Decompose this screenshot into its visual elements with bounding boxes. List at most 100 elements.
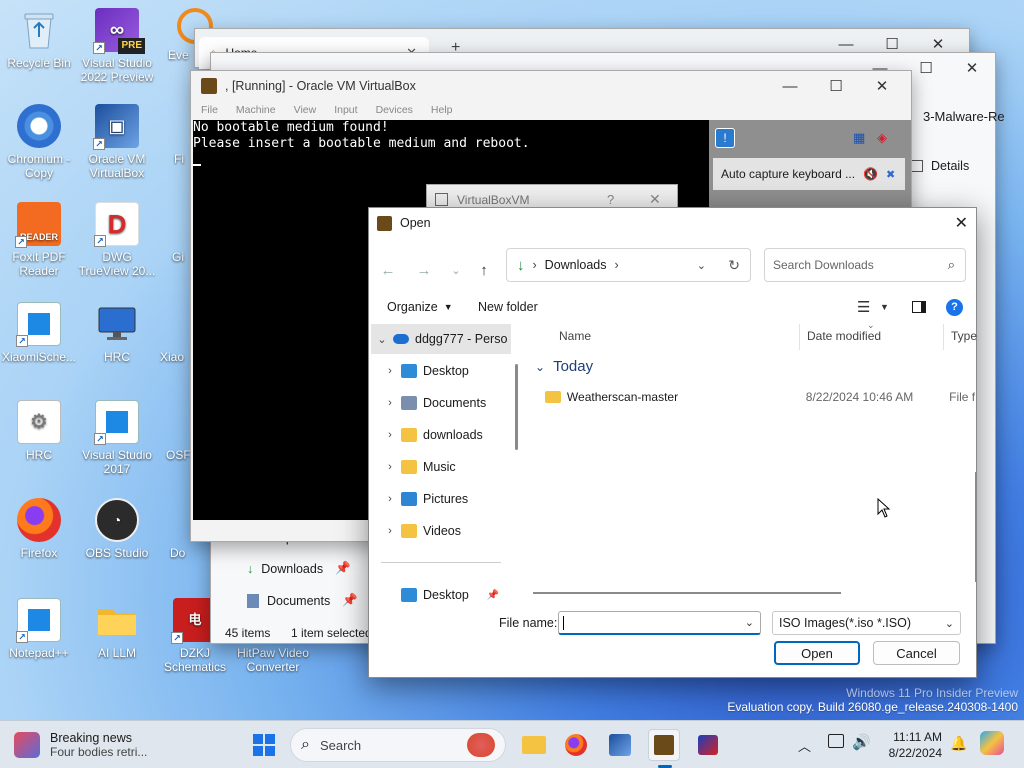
horizontal-scrollbar[interactable]	[533, 592, 841, 594]
close-icon[interactable]: ✕	[955, 213, 968, 233]
help-icon[interactable]: ?	[607, 192, 614, 207]
preview-pane-icon[interactable]	[912, 301, 926, 313]
file-type-filter[interactable]: ISO Images(*.iso *.ISO) ⌄	[772, 611, 961, 635]
news-widget[interactable]: Breaking news Four bodies retri...	[14, 727, 204, 763]
vertical-scrollbar[interactable]	[975, 472, 977, 582]
chevron-right-icon[interactable]: ›	[379, 493, 401, 505]
search-input[interactable]: Search Downloads	[773, 258, 948, 272]
menu-input[interactable]: Input	[334, 104, 357, 116]
chevron-right-icon[interactable]: ›	[379, 365, 401, 377]
chevron-down-icon[interactable]: ⌄	[371, 333, 393, 346]
notification-toolbar-icon[interactable]: ▦	[853, 130, 865, 146]
file-list[interactable]: Name ⌄ Date modified Type ⌄ Today Weathe…	[527, 320, 977, 598]
help-icon[interactable]: ?	[946, 299, 963, 316]
tree-item-pictures[interactable]: › Pictures	[371, 484, 511, 514]
back-arrow-icon[interactable]: ←	[375, 257, 401, 283]
recent-locations-chevron-icon[interactable]: ⌄	[443, 257, 469, 283]
desktop-icon-visual-studio-2022[interactable]: ∞ PRE ↗ Visual Studio 2022 Preview	[78, 8, 156, 84]
address-bar[interactable]: ↓ › Downloads › ⌄ ↻	[506, 248, 751, 282]
menu-file[interactable]: File	[201, 104, 218, 116]
notification-item[interactable]: Auto capture keyboard ... 🔇 ✖	[713, 158, 905, 190]
column-header-type[interactable]: Type	[951, 329, 977, 343]
cancel-button[interactable]: Cancel	[873, 641, 960, 665]
desktop-icon-visual-studio-2017[interactable]: ↗ Visual Studio 2017	[78, 400, 156, 476]
menu-view[interactable]: View	[294, 104, 317, 116]
volume-icon[interactable]: 🔊	[852, 733, 871, 751]
copilot-preview-icon[interactable]	[980, 731, 1004, 755]
notification-bell-icon[interactable]: 🔔	[950, 735, 967, 752]
firefox-taskbar-icon[interactable]	[560, 729, 592, 761]
view-dropdown-icon[interactable]: ▼	[880, 302, 889, 312]
desktop-icon-virtualbox[interactable]: ▣ ↗ Oracle VM VirtualBox	[78, 104, 156, 180]
desktop-icon-chromium[interactable]: Chromium - Copy	[0, 104, 78, 180]
organize-button[interactable]: Organize ▼	[387, 300, 453, 314]
open-file-dialog[interactable]: Open ✕ ← → ⌄ ↑ ↓ › Downloads › ⌄ ↻ Searc…	[368, 207, 977, 678]
close-notification-icon[interactable]: ✖	[886, 168, 895, 181]
chevron-up-icon[interactable]: ︿	[798, 736, 811, 755]
desktop-icon-hrc-monitor[interactable]: HRC	[78, 302, 156, 364]
vbox-menubar: File Machine View Input Devices Help	[201, 104, 453, 116]
tree-item-onedrive[interactable]: ⌄ ddgg777 - Perso	[371, 324, 511, 354]
filename-input[interactable]: ⌄	[558, 611, 761, 635]
start-button[interactable]	[248, 729, 280, 761]
virtualbox-taskbar-icon[interactable]	[604, 729, 636, 761]
notification-toolbar-icon[interactable]: ◈	[877, 130, 887, 146]
taskbar-search[interactable]: ⌕ Search	[290, 728, 506, 762]
close-icon[interactable]: ✕	[949, 53, 995, 83]
tree-item-documents[interactable]: › Documents	[371, 388, 511, 418]
menu-help[interactable]: Help	[431, 104, 453, 116]
app-taskbar-icon[interactable]	[692, 729, 724, 761]
up-arrow-icon[interactable]: ↑	[471, 257, 497, 283]
network-icon[interactable]	[828, 734, 844, 748]
desktop-icon-hrc-file[interactable]: ⚙ HRC	[0, 400, 78, 462]
dialog-titlebar: Open	[369, 208, 976, 238]
minimize-icon[interactable]: —	[767, 71, 813, 101]
address-dropdown-icon[interactable]: ⌄	[697, 259, 706, 272]
chevron-down-icon[interactable]: ⌄	[535, 360, 545, 374]
virtualboxvm-taskbar-icon[interactable]	[648, 729, 680, 761]
chevron-right-icon[interactable]: ›	[379, 461, 401, 473]
nav-pane-scrollbar[interactable]	[515, 364, 518, 450]
close-icon[interactable]: ✕	[649, 191, 661, 208]
breadcrumb-downloads[interactable]: Downloads	[545, 258, 607, 272]
menu-devices[interactable]: Devices	[376, 104, 413, 116]
details-button[interactable]: Details	[911, 159, 969, 173]
chevron-right-icon[interactable]: ›	[379, 525, 401, 537]
file-explorer-taskbar-icon[interactable]	[518, 729, 550, 761]
tree-item-quick-desktop[interactable]: Desktop 📌	[371, 580, 511, 610]
breadcrumb-chevron-icon[interactable]: ›	[615, 258, 619, 272]
forward-arrow-icon[interactable]: →	[411, 257, 437, 283]
quick-access-documents[interactable]: Documents 📌	[247, 593, 358, 608]
search-box[interactable]: Search Downloads ⌕	[764, 248, 966, 282]
chevron-right-icon[interactable]: ›	[379, 397, 401, 409]
open-button[interactable]: Open	[774, 641, 860, 665]
tree-item-music[interactable]: › Music	[371, 452, 511, 482]
desktop-icon-ai-llm[interactable]: AI LLM	[78, 598, 156, 660]
desktop-icon-notepadpp[interactable]: ↗ Notepad++	[0, 598, 78, 660]
column-header-date[interactable]: Date modified	[807, 329, 881, 343]
close-icon[interactable]: ✕	[859, 71, 905, 101]
filter-dropdown-icon[interactable]: ⌄	[945, 617, 954, 630]
group-header-today[interactable]: ⌄ Today	[535, 358, 593, 375]
desktop-icon-xiaomi[interactable]: ↗ XiaomiSche...	[0, 302, 78, 364]
tree-item-desktop[interactable]: › Desktop	[371, 356, 511, 386]
view-options-icon[interactable]: ☰	[857, 298, 870, 316]
desktop-icon-foxit[interactable]: READER ↗ Foxit PDF Reader	[0, 202, 78, 278]
refresh-icon[interactable]: ↻	[728, 257, 740, 274]
filename-dropdown-icon[interactable]: ⌄	[745, 616, 754, 629]
mute-icon[interactable]: 🔇	[863, 167, 878, 181]
file-row[interactable]: Weatherscan-master 8/22/2024 10:46 AM Fi…	[545, 386, 975, 408]
menu-machine[interactable]: Machine	[236, 104, 276, 116]
chevron-right-icon[interactable]: ›	[379, 429, 401, 441]
clock[interactable]: 11:11 AM 8/22/2024	[880, 729, 942, 761]
quick-access-downloads[interactable]: ↓ Downloads 📌	[247, 561, 351, 576]
desktop-icon-dwg-trueview[interactable]: D ↗ DWG TrueView 20...	[78, 202, 156, 278]
maximize-icon[interactable]: ☐	[813, 71, 859, 101]
desktop-icon-firefox[interactable]: Firefox	[0, 498, 78, 560]
tree-item-downloads[interactable]: › downloads	[371, 420, 511, 450]
column-header-name[interactable]: Name	[559, 329, 591, 343]
new-folder-button[interactable]: New folder	[478, 300, 538, 314]
desktop-icon-obs[interactable]: ◔ OBS Studio	[78, 498, 156, 560]
tree-item-videos[interactable]: › Videos	[371, 516, 511, 546]
desktop-icon-recycle-bin[interactable]: Recycle Bin	[0, 8, 78, 70]
